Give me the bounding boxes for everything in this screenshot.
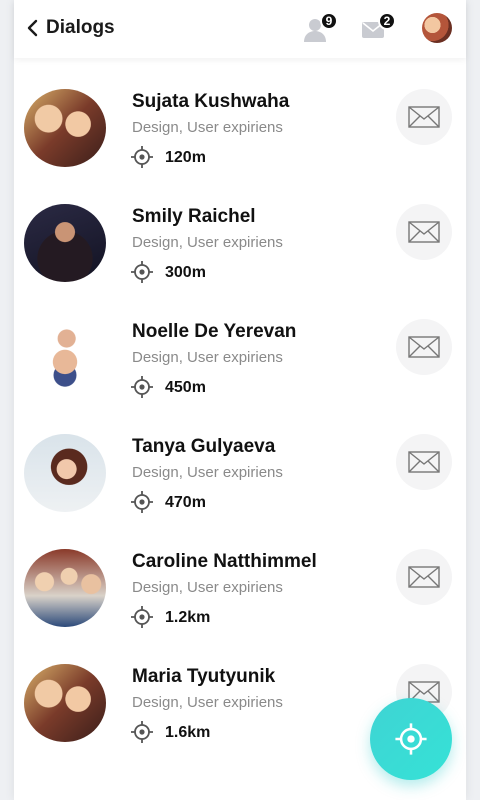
contact-distance: 1.2km (165, 609, 211, 626)
profile-avatar[interactable] (422, 13, 452, 43)
avatar (24, 664, 106, 742)
contact-role: Design, User expiriens (132, 464, 283, 481)
contact-distance: 450m (165, 379, 206, 396)
location-target-icon (131, 721, 153, 743)
envelope-outline-icon (408, 221, 440, 243)
contact-row[interactable]: Sujata Kushwaha Design, User expiriens 1… (14, 70, 466, 185)
contact-name: Noelle De Yerevan (132, 321, 297, 342)
contact-name: Smily Raichel (132, 206, 256, 227)
contact-role: Design, User expiriens (132, 349, 283, 366)
contact-role: Design, User expiriens (132, 119, 283, 136)
avatar (24, 549, 106, 627)
contact-role: Design, User expiriens (132, 234, 283, 251)
location-target-icon (131, 606, 153, 628)
location-target-icon (131, 376, 153, 398)
avatar (24, 434, 106, 512)
message-button[interactable] (396, 204, 452, 260)
location-target-icon (395, 723, 427, 755)
contact-name: Tanya Gulyaeva (132, 436, 276, 457)
contact-distance: 300m (165, 264, 206, 281)
locate-fab-button[interactable] (370, 698, 452, 780)
location-target-icon (131, 261, 153, 283)
envelope-outline-icon (408, 336, 440, 358)
top-bar: Dialogs 9 2 (14, 0, 466, 58)
messages-badge: 2 (378, 12, 396, 30)
page-title: Dialogs (46, 17, 115, 38)
message-button[interactable] (396, 434, 452, 490)
contact-name: Caroline Natthimmel (132, 551, 317, 572)
contact-role: Design, User expiriens (132, 579, 283, 596)
contact-distance: 470m (165, 494, 206, 511)
dialogs-screen: Dialogs 9 2 Sujata Kushwaha Design, User… (14, 0, 466, 800)
envelope-outline-icon (408, 106, 440, 128)
envelope-outline-icon (408, 566, 440, 588)
contacts-badge: 9 (320, 12, 338, 30)
contact-distance: 1.6km (165, 724, 211, 741)
avatar (24, 89, 106, 167)
contacts-button[interactable]: 9 (302, 12, 338, 44)
location-target-icon (131, 146, 153, 168)
contact-list: Sujata Kushwaha Design, User expiriens 1… (14, 70, 466, 760)
contact-row[interactable]: Caroline Natthimmel Design, User expirie… (14, 530, 466, 645)
message-button[interactable] (396, 319, 452, 375)
contact-row[interactable]: Tanya Gulyaeva Design, User expiriens 47… (14, 415, 466, 530)
contact-name: Sujata Kushwaha (132, 91, 290, 112)
contact-distance: 120m (165, 149, 206, 166)
contact-row[interactable]: Smily Raichel Design, User expiriens 300… (14, 185, 466, 300)
avatar (24, 204, 106, 282)
message-button[interactable] (396, 89, 452, 145)
messages-button[interactable]: 2 (360, 12, 396, 44)
chevron-left-icon (27, 19, 38, 37)
envelope-outline-icon (408, 451, 440, 473)
contact-role: Design, User expiriens (132, 694, 283, 711)
avatar (24, 319, 106, 397)
contact-name: Maria Tyutyunik (132, 666, 276, 687)
message-button[interactable] (396, 549, 452, 605)
contact-row[interactable]: Noelle De Yerevan Design, User expiriens… (14, 300, 466, 415)
location-target-icon (131, 491, 153, 513)
back-button[interactable] (22, 14, 42, 42)
